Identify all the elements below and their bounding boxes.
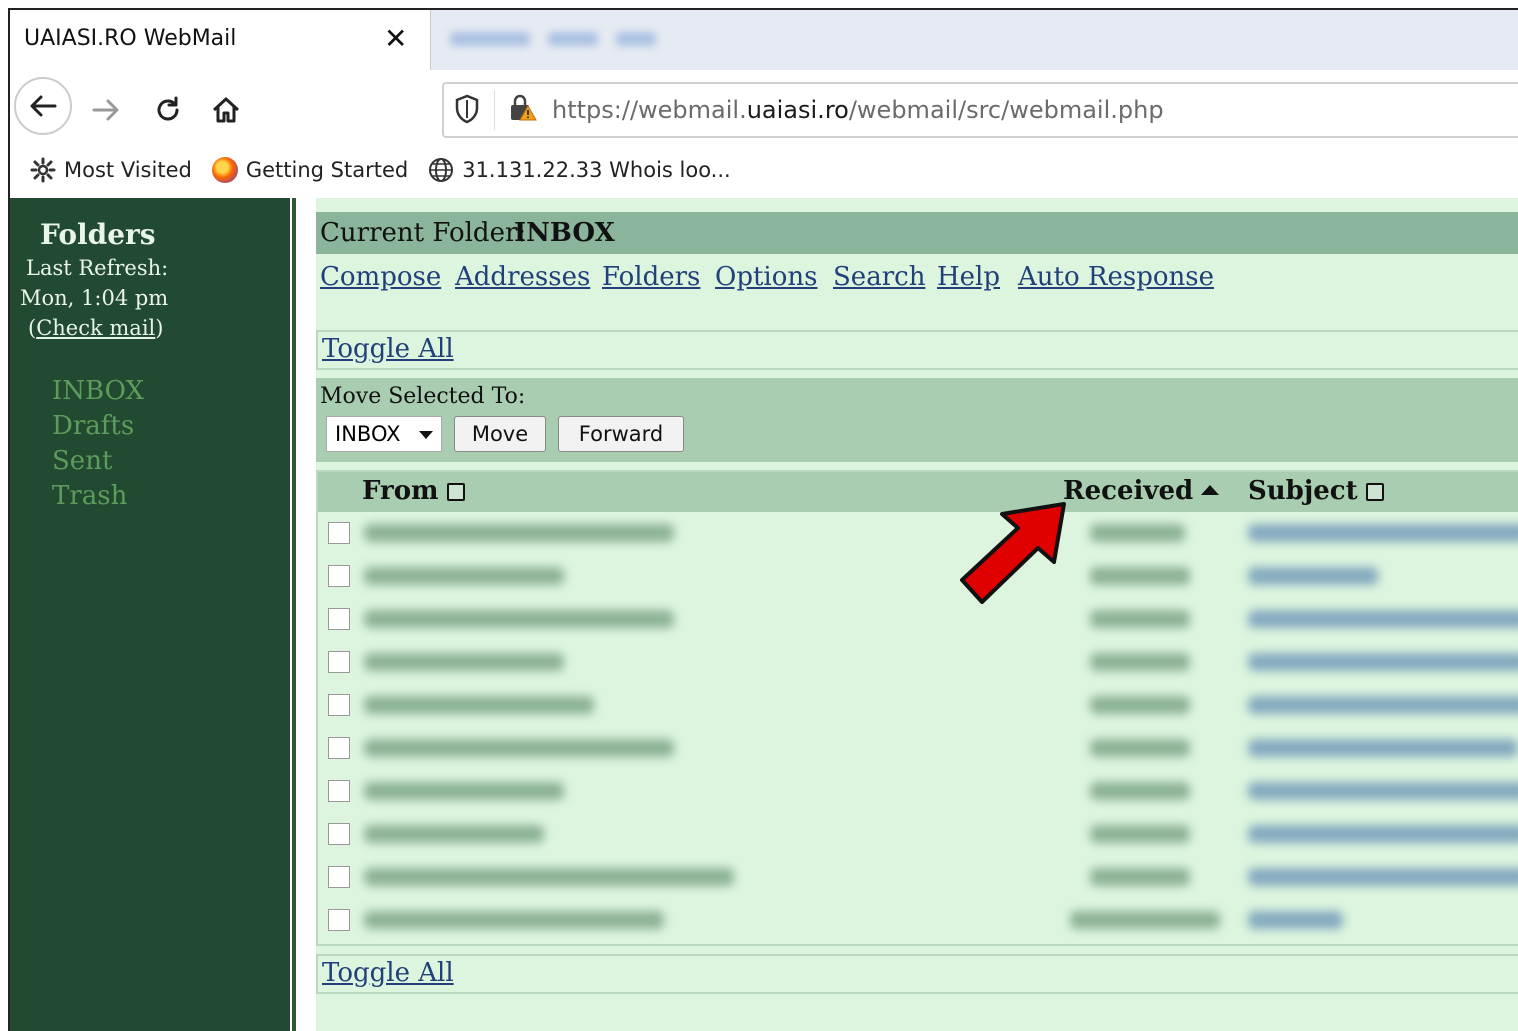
column-received[interactable]: Received [1063, 476, 1220, 506]
arrow-left-icon [30, 95, 57, 117]
current-folder-bar: Current Folder: INBOX [316, 212, 1518, 254]
message-checkbox[interactable] [328, 866, 350, 888]
message-row[interactable] [318, 641, 1518, 684]
arrow-right-icon [92, 99, 119, 121]
dropdown-arrow-icon [419, 431, 433, 439]
gear-icon [30, 157, 56, 183]
bookmark-label: Most Visited [64, 158, 192, 182]
message-row[interactable] [318, 512, 1518, 555]
toggle-all-link[interactable]: Toggle All [322, 958, 454, 988]
main-panel: Current Folder: INBOX Compose Addresses … [316, 198, 1518, 1031]
blurred-background-tabs [450, 32, 710, 56]
insecure-lock-icon[interactable] [508, 92, 538, 131]
bookmark-label: Getting Started [245, 158, 409, 182]
sort-ascending-icon[interactable] [1201, 485, 1220, 495]
menu-help[interactable]: Help [937, 262, 1000, 292]
message-list-header: From Received Subject [318, 472, 1518, 512]
sidebar-item-sent[interactable]: Sent [52, 446, 112, 476]
home-button[interactable] [196, 80, 256, 140]
message-checkbox[interactable] [328, 522, 350, 544]
url-separator [494, 90, 495, 130]
main-menu: Compose Addresses Folders Options Search… [316, 258, 1518, 302]
close-icon[interactable]: ✕ [384, 22, 407, 55]
message-checkbox[interactable] [328, 737, 350, 759]
globe-icon [429, 158, 454, 182]
message-checkbox[interactable] [328, 823, 350, 845]
toggle-all-link[interactable]: Toggle All [322, 334, 454, 364]
current-folder-value: INBOX [514, 218, 615, 248]
sort-icon[interactable] [446, 483, 465, 501]
sidebar-item-inbox[interactable]: INBOX [52, 376, 144, 406]
last-refresh-time: Mon, 1:04 pm [20, 286, 169, 310]
sidebar-item-drafts[interactable]: Drafts [52, 411, 134, 441]
message-row[interactable] [318, 770, 1518, 813]
bookmark-most-visited[interactable]: Most Visited [30, 157, 192, 183]
tab-bar: UAIASI.RO WebMail ✕ [10, 10, 1518, 72]
bookmarks-toolbar: Most Visited Getting Started 31.131.22.3… [10, 142, 1518, 198]
message-row[interactable] [318, 813, 1518, 856]
reload-icon [157, 96, 179, 121]
sort-icon[interactable] [1365, 483, 1384, 501]
message-checkbox[interactable] [328, 694, 350, 716]
menu-compose[interactable]: Compose [320, 262, 441, 292]
column-from[interactable]: From [362, 476, 465, 506]
move-button[interactable]: Move [454, 416, 546, 452]
last-refresh-label: Last Refresh: [26, 256, 169, 280]
tab-webmail[interactable]: UAIASI.RO WebMail ✕ [10, 10, 431, 72]
shield-icon[interactable] [454, 94, 480, 131]
reload-button[interactable] [138, 80, 198, 140]
tab-title: UAIASI.RO WebMail [24, 26, 237, 51]
menu-addresses[interactable]: Addresses [455, 262, 590, 292]
annotation-arrow-icon [960, 502, 1066, 604]
check-mail-wrapper: (Check mail) [28, 316, 164, 340]
move-target-select[interactable]: INBOX [326, 416, 442, 452]
message-checkbox[interactable] [328, 780, 350, 802]
folders-sidebar: Folders Last Refresh: Mon, 1:04 pm (Chec… [10, 198, 290, 1031]
forward-button[interactable] [76, 80, 136, 140]
bookmark-label: 31.131.22.33 Whois loo... [462, 158, 731, 182]
message-row[interactable] [318, 727, 1518, 770]
check-mail-link[interactable]: Check mail [36, 316, 155, 340]
message-row[interactable] [318, 899, 1518, 942]
toggle-all-bottom-row: Toggle All [316, 954, 1518, 994]
menu-options[interactable]: Options [715, 262, 817, 292]
menu-search[interactable]: Search [833, 262, 925, 292]
bookmark-whois[interactable]: 31.131.22.33 Whois loo... [428, 157, 731, 183]
menu-folders[interactable]: Folders [602, 262, 700, 292]
back-button[interactable] [14, 77, 72, 135]
bookmark-getting-started[interactable]: Getting Started [211, 157, 409, 183]
forward-button[interactable]: Forward [558, 416, 684, 452]
toggle-all-top-row: Toggle All [316, 330, 1518, 370]
browser-window: UAIASI.RO WebMail ✕ https://webmail.uaia… [8, 8, 1518, 1031]
message-checkbox[interactable] [328, 909, 350, 931]
url-text[interactable]: https://webmail.uaiasi.ro/webmail/src/we… [552, 96, 1164, 124]
message-checkbox[interactable] [328, 608, 350, 630]
message-row[interactable] [318, 856, 1518, 899]
move-target-value: INBOX [335, 422, 401, 446]
message-row[interactable] [318, 598, 1518, 641]
move-selected-box: Move Selected To: INBOX Move Forward [316, 378, 1518, 462]
message-row[interactable] [318, 684, 1518, 727]
home-icon [212, 97, 240, 123]
webmail-page: Folders Last Refresh: Mon, 1:04 pm (Chec… [10, 198, 1518, 1031]
firefox-icon [211, 157, 238, 183]
message-row[interactable] [318, 555, 1518, 598]
message-checkbox[interactable] [328, 565, 350, 587]
navigation-bar: https://webmail.uaiasi.ro/webmail/src/we… [10, 70, 1518, 142]
sidebar-item-trash[interactable]: Trash [52, 481, 127, 511]
sidebar-title: Folders [40, 218, 156, 251]
column-subject[interactable]: Subject [1248, 476, 1384, 506]
current-folder-label: Current Folder: [320, 218, 527, 248]
frame-gap [296, 198, 302, 1031]
menu-auto-response[interactable]: Auto Response [1018, 262, 1214, 292]
url-bar[interactable]: https://webmail.uaiasi.ro/webmail/src/we… [442, 82, 1518, 138]
message-checkbox[interactable] [328, 651, 350, 673]
move-selected-label: Move Selected To: [320, 384, 526, 409]
message-list: From Received Subject [316, 470, 1518, 946]
